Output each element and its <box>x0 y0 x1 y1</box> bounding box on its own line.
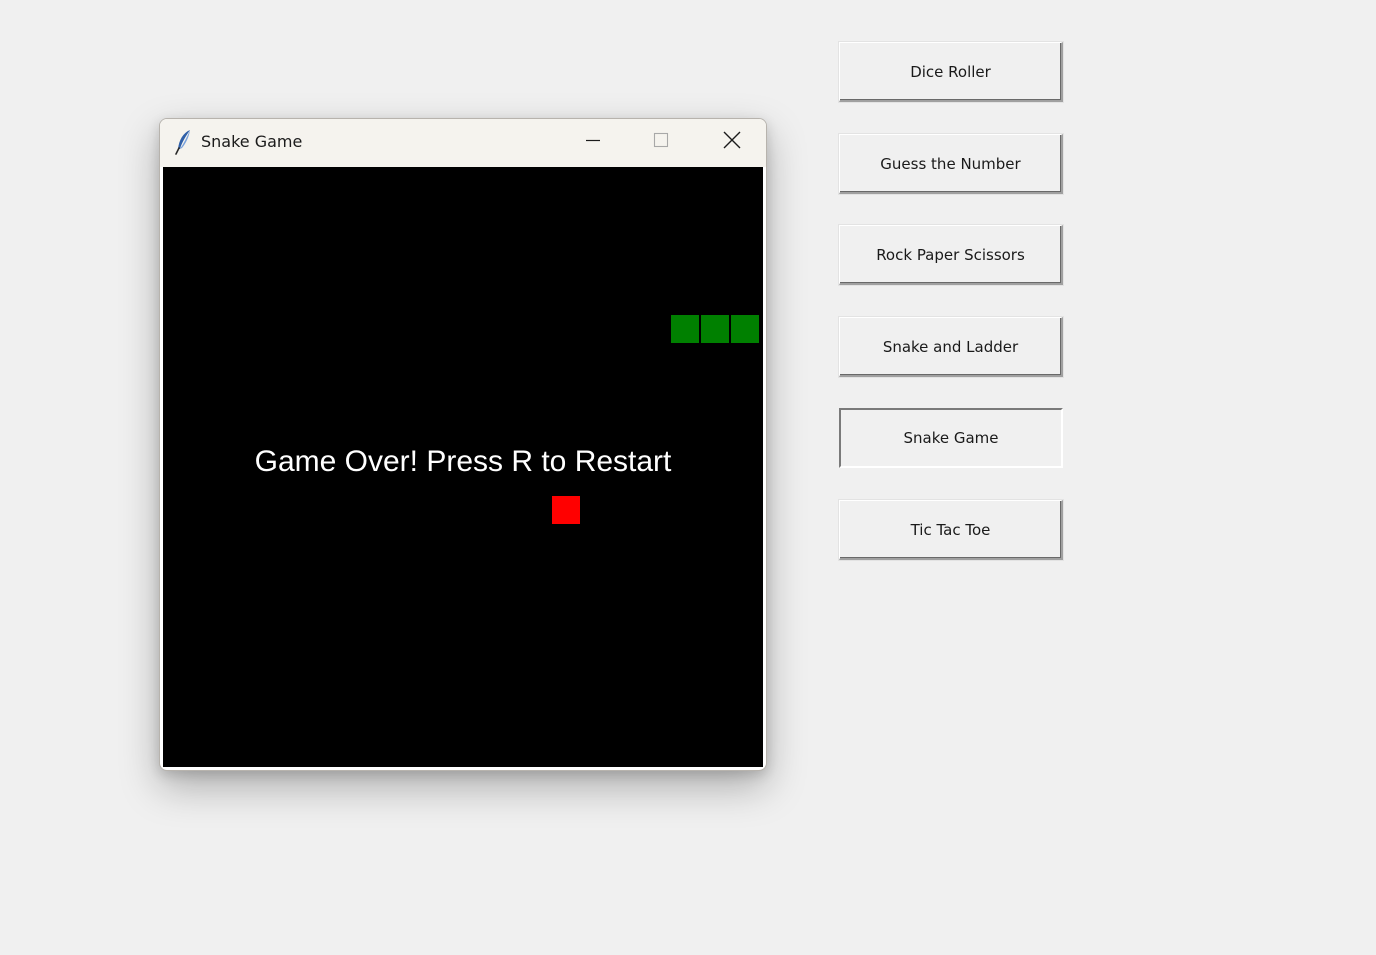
food-item <box>552 496 580 524</box>
game-over-message: Game Over! Press R to Restart <box>254 445 672 478</box>
dice-roller-button[interactable]: Dice Roller <box>839 42 1063 102</box>
snake-segment <box>670 314 700 344</box>
tic-tac-toe-button[interactable]: Tic Tac Toe <box>839 500 1063 560</box>
window-title: Snake Game <box>201 132 303 151</box>
window-titlebar[interactable]: Snake Game <box>160 119 766 167</box>
snake-game-button[interactable]: Snake Game <box>839 408 1063 468</box>
maximize-icon <box>653 132 669 152</box>
minimize-button[interactable] <box>558 119 628 165</box>
snake-segment <box>700 314 730 344</box>
close-button[interactable] <box>697 119 766 165</box>
game-canvas[interactable]: Game Over! Press R to Restart <box>163 167 763 767</box>
close-icon <box>723 131 741 153</box>
rock-paper-scissors-button[interactable]: Rock Paper Scissors <box>839 225 1063 285</box>
snake-and-ladder-button[interactable]: Snake and Ladder <box>839 317 1063 377</box>
guess-the-number-button[interactable]: Guess the Number <box>839 134 1063 194</box>
maximize-button[interactable] <box>626 119 696 165</box>
snake-head <box>730 314 760 344</box>
minimize-icon <box>585 132 601 152</box>
snake-game-window: Snake Game Game Over! Press R to Restart <box>159 118 767 771</box>
feather-icon <box>174 129 194 155</box>
